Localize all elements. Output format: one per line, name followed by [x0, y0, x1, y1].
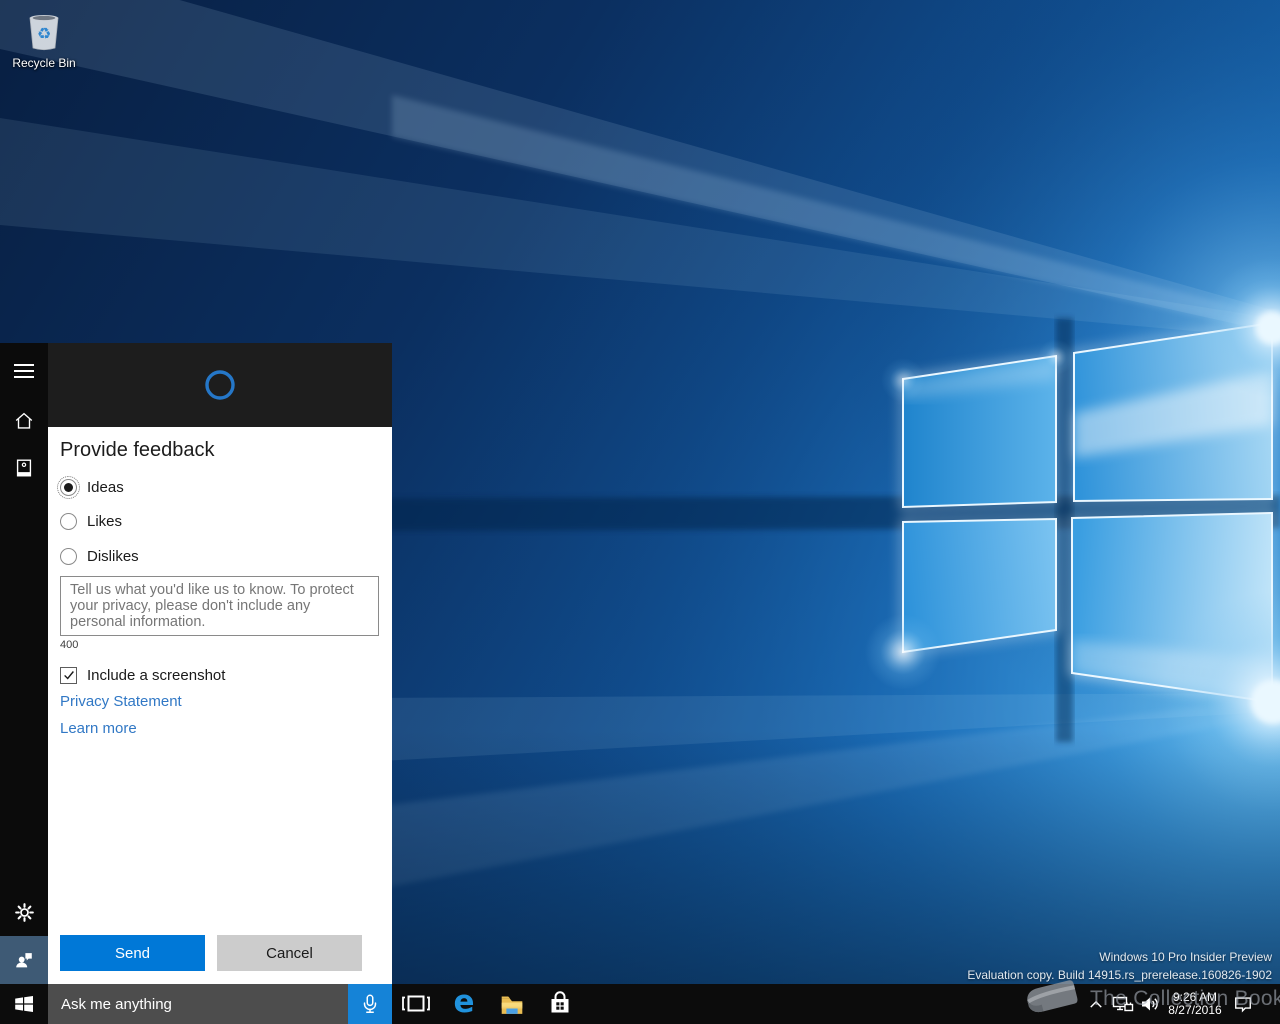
sidebar-item-home[interactable]	[0, 401, 48, 441]
cortana-panel: Provide feedback Ideas Likes Dislikes 40…	[0, 343, 392, 984]
cancel-button[interactable]: Cancel	[217, 935, 362, 971]
edge-icon: e	[453, 984, 475, 1020]
file-explorer-button[interactable]	[488, 984, 536, 1024]
radio-dislikes-icon	[60, 548, 77, 565]
store-icon	[551, 991, 569, 1013]
search-input[interactable]	[48, 984, 348, 1024]
microphone-button[interactable]	[348, 984, 392, 1024]
feedback-text-input[interactable]	[60, 576, 379, 636]
sidebar-item-notebook[interactable]	[0, 448, 48, 488]
search-box	[48, 984, 392, 1024]
speaker-icon	[1142, 997, 1158, 1011]
sidebar-item-feedback[interactable]	[0, 936, 48, 984]
send-button[interactable]: Send	[60, 935, 205, 971]
radio-ideas-label: Ideas	[87, 479, 124, 496]
taskbar: e	[0, 984, 1280, 1024]
recycle-bin-label: Recycle Bin	[12, 56, 76, 70]
tray-overflow-button[interactable]	[1085, 984, 1107, 1024]
radio-dislikes-label: Dislikes	[87, 548, 139, 565]
network-icon	[1112, 996, 1134, 1012]
os-watermark-line2: Evaluation copy. Build 14915.rs_prerelea…	[967, 968, 1272, 982]
privacy-statement-link[interactable]: Privacy Statement	[60, 693, 182, 710]
task-view-button[interactable]	[392, 984, 440, 1024]
microphone-icon	[363, 994, 377, 1013]
radio-likes-label: Likes	[87, 513, 123, 530]
home-icon	[15, 412, 33, 429]
sidebar-item-settings[interactable]	[0, 892, 48, 932]
radio-option-likes[interactable]: Likes	[60, 511, 122, 532]
notebook-icon	[16, 459, 32, 477]
cortana-ring-icon	[205, 370, 235, 400]
file-explorer-icon	[501, 996, 523, 1014]
clock[interactable]: 9:26 AM 8/27/2016	[1163, 984, 1227, 1024]
include-screenshot-label: Include a screenshot	[87, 666, 226, 684]
task-view-icon	[402, 995, 430, 1012]
os-watermark: Windows 10 Pro Insider Preview Evaluatio…	[967, 948, 1272, 984]
feedback-form: Provide feedback Ideas Likes Dislikes 40…	[48, 427, 392, 984]
radio-likes-icon	[60, 513, 77, 530]
edge-button[interactable]: e	[440, 984, 488, 1024]
char-count: 400	[60, 639, 79, 651]
windows-desktop: ♻ Recycle Bin Windows 10 Pro Insider Pre…	[0, 0, 1280, 1024]
store-button[interactable]	[536, 984, 584, 1024]
volume-status[interactable]	[1137, 984, 1163, 1024]
action-center-button[interactable]	[1228, 984, 1258, 1024]
radio-ideas-icon	[57, 476, 80, 499]
radio-option-dislikes[interactable]: Dislikes	[60, 546, 139, 567]
svg-text:♻: ♻	[37, 24, 51, 43]
clock-date: 8/27/2016	[1168, 1003, 1222, 1017]
chevron-up-icon	[1090, 1000, 1102, 1008]
cortana-header	[48, 343, 392, 427]
page-title: Provide feedback	[60, 439, 215, 461]
checkbox-icon	[60, 666, 77, 684]
recycle-bin-icon: ♻	[29, 15, 59, 51]
network-status[interactable]	[1109, 984, 1137, 1024]
start-button[interactable]	[0, 984, 48, 1024]
os-watermark-line1: Windows 10 Pro Insider Preview	[1099, 950, 1272, 964]
include-screenshot-checkbox[interactable]: Include a screenshot	[60, 665, 225, 685]
feedback-icon	[16, 953, 32, 968]
gear-icon	[14, 902, 34, 922]
learn-more-link[interactable]: Learn more	[60, 720, 137, 737]
button-row: Send Cancel	[60, 935, 380, 971]
radio-option-ideas[interactable]: Ideas	[57, 476, 124, 499]
start-icon	[15, 996, 33, 1012]
recycle-bin[interactable]: ♻ Recycle Bin	[6, 8, 82, 70]
hamburger-menu-button[interactable]	[0, 351, 48, 391]
cortana-sidebar	[0, 343, 48, 984]
hamburger-icon	[14, 364, 34, 378]
action-center-icon	[1235, 997, 1251, 1013]
